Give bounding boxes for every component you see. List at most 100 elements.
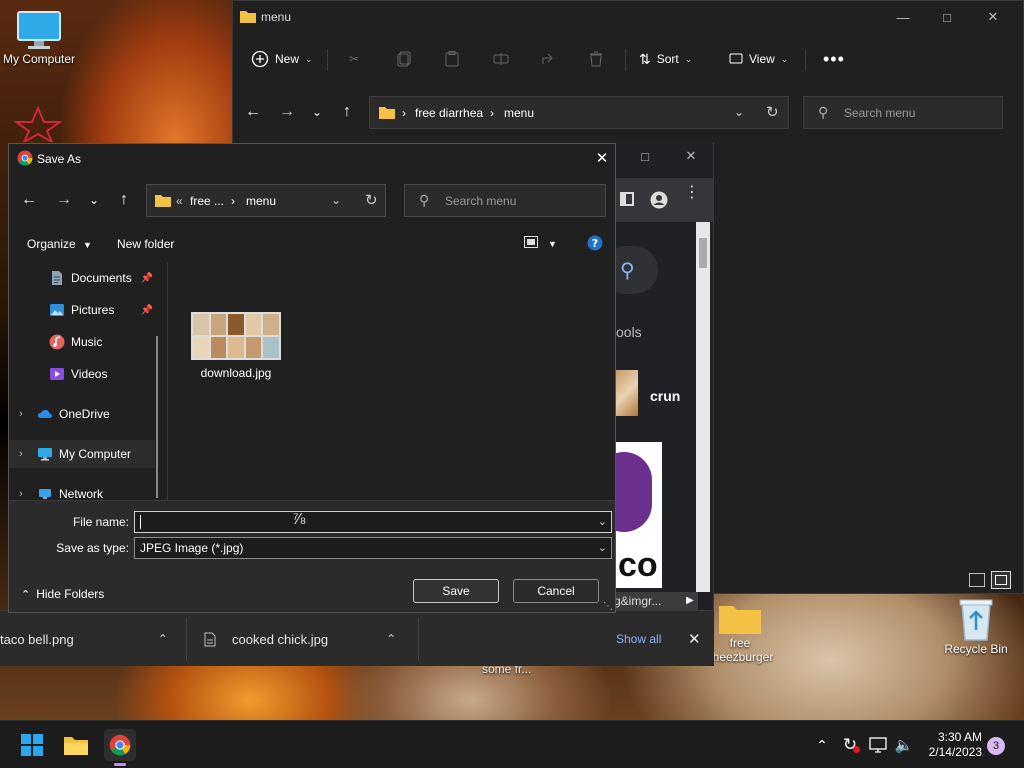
rename-button[interactable] bbox=[493, 47, 509, 71]
recent-locations-button[interactable]: ⌄ bbox=[305, 100, 329, 124]
forward-button[interactable]: → bbox=[52, 188, 76, 212]
sync-status-icon[interactable]: ↻ bbox=[838, 729, 862, 761]
menu-kebab-icon[interactable]: ⋮ bbox=[684, 185, 700, 201]
scrollbar-track[interactable] bbox=[696, 222, 710, 592]
chevron-down-icon[interactable]: ⌄ bbox=[734, 105, 744, 119]
breadcrumb-item[interactable]: free ... bbox=[190, 194, 224, 208]
clock-date: 2/14/2023 bbox=[928, 745, 982, 759]
nav-item-network[interactable]: › Network bbox=[9, 480, 155, 500]
result-title[interactable]: crun bbox=[650, 388, 680, 404]
paste-button[interactable] bbox=[445, 47, 459, 71]
explorer-search-box[interactable]: ⚲ Search menu bbox=[803, 96, 1003, 129]
chevron-up-icon[interactable]: ⌃ bbox=[386, 632, 396, 646]
breadcrumb-item-current[interactable]: menu bbox=[246, 194, 276, 208]
chrome-taskbar-button[interactable] bbox=[104, 729, 136, 766]
close-downloads-bar-button[interactable]: ✕ bbox=[688, 625, 701, 653]
start-button[interactable] bbox=[16, 729, 48, 761]
close-button[interactable]: ✕ bbox=[978, 7, 1008, 27]
nav-item-onedrive[interactable]: › OneDrive bbox=[9, 400, 155, 428]
back-button[interactable]: ← bbox=[17, 188, 41, 212]
chevron-right-icon[interactable]: › bbox=[19, 448, 37, 460]
maximize-button[interactable]: □ bbox=[932, 7, 962, 27]
chevron-up-icon[interactable]: ⌃ bbox=[158, 632, 168, 646]
sort-button[interactable]: ⇅ Sort ⌄ bbox=[639, 47, 692, 71]
clock[interactable]: 3:30 AM 2/14/2023 bbox=[929, 730, 982, 760]
network-status-icon[interactable] bbox=[866, 729, 890, 761]
hide-folders-label: Hide Folders bbox=[36, 587, 105, 601]
breadcrumb-item[interactable]: free diarrhea bbox=[415, 106, 483, 120]
file-list[interactable]: download.jpg bbox=[167, 262, 615, 500]
breadcrumb-overflow[interactable]: « bbox=[176, 194, 183, 208]
scrollbar-thumb[interactable] bbox=[699, 238, 707, 268]
scroll-right-button[interactable]: ▶ bbox=[682, 592, 698, 610]
nav-item-documents[interactable]: Documents 📌 bbox=[9, 264, 155, 292]
save-button[interactable]: Save bbox=[413, 579, 499, 603]
show-hidden-icons-button[interactable]: ⌃ bbox=[812, 729, 832, 761]
hide-folders-button[interactable]: ⌃ Hide Folders bbox=[21, 587, 104, 601]
file-explorer-taskbar-button[interactable] bbox=[60, 729, 92, 761]
up-button[interactable]: ↑ bbox=[335, 100, 359, 124]
delete-button[interactable] bbox=[589, 47, 603, 71]
desktop-icon-folder[interactable]: free cheezburger bbox=[703, 600, 777, 664]
nav-item-label: Music bbox=[71, 335, 103, 349]
close-button[interactable]: ✕ bbox=[587, 148, 617, 168]
chevron-right-icon[interactable]: › bbox=[19, 488, 37, 500]
dialog-search-box[interactable]: ⚲ Search menu bbox=[404, 184, 606, 217]
nav-item-my-computer[interactable]: › My Computer bbox=[9, 440, 155, 468]
large-icons-view-button[interactable] bbox=[991, 571, 1011, 589]
close-button[interactable]: ✕ bbox=[676, 146, 706, 166]
details-view-button[interactable] bbox=[969, 573, 985, 587]
file-item[interactable]: download.jpg bbox=[188, 312, 284, 380]
desktop-icon-my-computer[interactable]: My Computer bbox=[0, 10, 78, 66]
dialog-toolbar: Organize ▼ New folder ▼ ? bbox=[9, 230, 615, 258]
change-view-button[interactable] bbox=[524, 236, 538, 248]
refresh-icon[interactable]: ↻ bbox=[766, 103, 779, 121]
back-button[interactable]: ← bbox=[241, 100, 265, 124]
image-preview[interactable]: co bbox=[616, 442, 662, 588]
resize-grip-icon[interactable]: ⋱ bbox=[603, 601, 613, 612]
dialog-address-bar[interactable]: « free ... › menu ⌄ ↻ bbox=[146, 184, 386, 217]
breadcrumb-item-current[interactable]: menu bbox=[504, 106, 534, 120]
refresh-icon[interactable]: ↻ bbox=[365, 191, 378, 209]
show-all-link[interactable]: Show all bbox=[616, 625, 661, 653]
chevron-right-icon[interactable]: › bbox=[19, 408, 37, 420]
file-name-input[interactable]: ⌄ bbox=[134, 511, 612, 533]
profile-icon[interactable] bbox=[650, 191, 668, 209]
maximize-button[interactable]: □ bbox=[630, 146, 660, 166]
minimize-button[interactable]: — bbox=[888, 7, 918, 27]
new-button[interactable]: New ⌄ bbox=[251, 47, 313, 71]
result-thumbnail[interactable] bbox=[616, 370, 638, 416]
divider bbox=[418, 617, 419, 661]
side-panel-icon[interactable] bbox=[620, 192, 634, 206]
cancel-button[interactable]: Cancel bbox=[513, 579, 599, 603]
share-icon bbox=[542, 53, 553, 64]
search-button[interactable]: ⚲ bbox=[612, 246, 658, 294]
cut-button[interactable]: ✂ bbox=[349, 47, 359, 71]
save-type-select[interactable]: JPEG Image (*.jpg) ⌄ bbox=[134, 537, 612, 559]
recent-locations-button[interactable]: ⌄ bbox=[82, 188, 106, 212]
tools-tab[interactable]: ools bbox=[616, 324, 642, 340]
download-item[interactable]: taco bell.png ⌃ bbox=[0, 625, 168, 653]
navigation-scrollbar[interactable] bbox=[156, 336, 158, 498]
forward-button[interactable]: → bbox=[275, 100, 299, 124]
explorer-address-bar[interactable]: › free diarrhea › menu ⌄ ↻ bbox=[369, 96, 789, 129]
help-icon[interactable]: ? bbox=[587, 235, 603, 251]
up-button[interactable]: ↑ bbox=[112, 188, 136, 212]
organize-button[interactable]: Organize ▼ bbox=[27, 237, 92, 251]
desktop-icon-recycle-bin[interactable]: Recycle Bin bbox=[938, 596, 1014, 656]
chevron-down-icon[interactable]: ⌄ bbox=[331, 193, 341, 207]
volume-icon[interactable]: 🔈 bbox=[892, 729, 916, 761]
chevron-down-icon[interactable]: ⌄ bbox=[598, 515, 607, 528]
share-button[interactable] bbox=[541, 47, 557, 71]
notification-badge[interactable]: 3 bbox=[987, 737, 1005, 755]
copy-button[interactable] bbox=[397, 47, 411, 71]
downloads-bar: taco bell.png ⌃ cooked chick.jpg ⌃ Show … bbox=[0, 610, 714, 666]
nav-item-videos[interactable]: Videos bbox=[9, 360, 155, 388]
new-folder-button[interactable]: New folder bbox=[117, 237, 174, 251]
more-options-button[interactable]: ••• bbox=[823, 47, 845, 71]
view-button[interactable]: View ⌄ bbox=[729, 47, 788, 71]
nav-item-pictures[interactable]: Pictures 📌 bbox=[9, 296, 155, 324]
caret-down-icon[interactable]: ▼ bbox=[548, 239, 557, 249]
download-item[interactable]: cooked chick.jpg ⌃ bbox=[204, 625, 396, 653]
nav-item-music[interactable]: Music bbox=[9, 328, 155, 356]
